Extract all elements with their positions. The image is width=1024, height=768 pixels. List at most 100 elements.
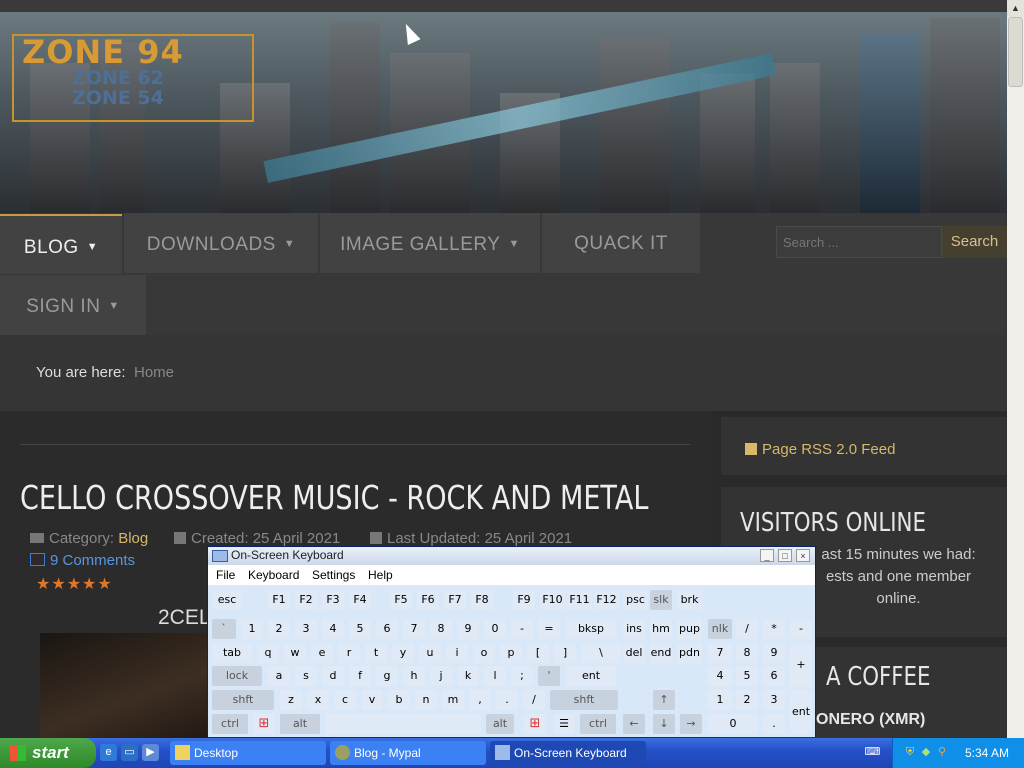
menu-help[interactable]: Help bbox=[368, 568, 393, 582]
menu-file[interactable]: File bbox=[216, 568, 235, 582]
task-browser[interactable]: Blog - Mypal bbox=[330, 741, 486, 765]
nav-item-downloads[interactable]: DOWNLOADS ▼ bbox=[124, 213, 318, 273]
osk-key[interactable]: 9 bbox=[457, 619, 479, 639]
search-input[interactable]: Search ... bbox=[776, 226, 942, 258]
osk-key[interactable]: v bbox=[361, 690, 383, 710]
osk-key[interactable]: F12 bbox=[594, 590, 619, 610]
osk-key[interactable]: r bbox=[338, 643, 360, 663]
security-shield-icon[interactable]: ⛨ bbox=[903, 745, 917, 759]
osk-key[interactable]: shft bbox=[550, 690, 618, 710]
osk-key[interactable]: e bbox=[311, 643, 333, 663]
osk-key[interactable]: y bbox=[392, 643, 414, 663]
keyboard-tray-icon[interactable]: ⌨ bbox=[864, 744, 881, 761]
osk-key[interactable]: g bbox=[376, 666, 398, 686]
nav-item-image-gallery[interactable]: IMAGE GALLERY ▼ bbox=[320, 213, 540, 273]
breadcrumb-home-link[interactable]: Home bbox=[134, 335, 174, 411]
osk-key[interactable]: k bbox=[457, 666, 479, 686]
windows-key-icon[interactable]: ⊞ bbox=[253, 714, 275, 734]
osk-key[interactable]: d bbox=[322, 666, 344, 686]
osk-key[interactable]: brk bbox=[677, 590, 702, 610]
scroll-up-arrow-icon[interactable]: ▲ bbox=[1007, 0, 1024, 17]
osk-key[interactable]: o bbox=[473, 643, 495, 663]
osk-key[interactable]: 0 bbox=[484, 619, 506, 639]
osk-key[interactable]: q bbox=[257, 643, 279, 663]
osk-key[interactable]: w bbox=[284, 643, 306, 663]
osk-key[interactable]: lock bbox=[212, 666, 262, 686]
article-title[interactable]: CELLO CROSSOVER MUSIC - ROCK AND METAL bbox=[20, 478, 648, 517]
maximize-button[interactable]: □ bbox=[778, 549, 792, 562]
internet-explorer-icon[interactable]: e bbox=[100, 744, 117, 761]
osk-key[interactable]: 6 bbox=[763, 666, 785, 686]
osk-key[interactable]: b bbox=[388, 690, 410, 710]
osk-key[interactable]: F2 bbox=[295, 590, 317, 610]
alt-key[interactable]: alt bbox=[486, 714, 514, 734]
osk-key[interactable]: n bbox=[415, 690, 437, 710]
osk-key[interactable]: F5 bbox=[390, 590, 412, 610]
osk-key[interactable]: F11 bbox=[567, 590, 592, 610]
osk-key[interactable]: t bbox=[365, 643, 387, 663]
osk-key[interactable]: \ bbox=[581, 643, 621, 663]
nav-item-sign-in[interactable]: SIGN IN ▼ bbox=[0, 275, 146, 335]
osk-key[interactable]: ins bbox=[623, 619, 645, 639]
osk-key[interactable]: F3 bbox=[322, 590, 344, 610]
rating-stars[interactable]: ★★★★★ bbox=[36, 574, 113, 594]
osk-key[interactable]: 1 bbox=[241, 619, 263, 639]
search-button[interactable]: Search bbox=[942, 226, 1007, 258]
osk-key[interactable]: del bbox=[623, 643, 645, 663]
nav-item-quack-it[interactable]: QUACK IT bbox=[542, 213, 700, 273]
osk-key[interactable]: 5 bbox=[349, 619, 371, 639]
osk-key[interactable]: 4 bbox=[322, 619, 344, 639]
osk-key[interactable]: f bbox=[349, 666, 371, 686]
osk-key[interactable]: [ bbox=[527, 643, 549, 663]
osk-key[interactable]: ent bbox=[566, 666, 616, 686]
osk-key[interactable]: F6 bbox=[417, 590, 439, 610]
task-desktop[interactable]: Desktop bbox=[170, 741, 326, 765]
scroll-thumb[interactable] bbox=[1008, 17, 1023, 87]
osk-key[interactable]: s bbox=[295, 666, 317, 686]
osk-key[interactable]: ent bbox=[790, 690, 812, 734]
osk-key[interactable]: ` bbox=[212, 619, 236, 639]
osk-key[interactable]: 5 bbox=[736, 666, 758, 686]
article-comments[interactable]: 9 Comments bbox=[30, 552, 135, 569]
arrow-down-key[interactable]: ↓ bbox=[653, 714, 675, 734]
arrow-right-key[interactable]: → bbox=[680, 714, 702, 734]
osk-key[interactable]: a bbox=[268, 666, 290, 686]
osk-key[interactable]: = bbox=[538, 619, 560, 639]
osk-key[interactable]: psc bbox=[623, 590, 648, 610]
page-scrollbar[interactable]: ▲ bbox=[1007, 0, 1024, 738]
search-icon[interactable]: ⚲ bbox=[935, 745, 949, 759]
osk-key[interactable]: F9 bbox=[513, 590, 535, 610]
osk-key[interactable]: esc bbox=[212, 590, 242, 610]
osk-key[interactable]: end bbox=[650, 643, 672, 663]
osk-key[interactable]: 4 bbox=[708, 666, 732, 686]
osk-key[interactable]: 6 bbox=[376, 619, 398, 639]
osk-key[interactable]: , bbox=[469, 690, 491, 710]
osk-key[interactable]: F7 bbox=[444, 590, 466, 610]
ctrl-key[interactable]: ctrl bbox=[212, 714, 248, 734]
osk-key[interactable]: . bbox=[496, 690, 518, 710]
arrow-left-key[interactable]: ← bbox=[623, 714, 645, 734]
osk-key[interactable]: F1 bbox=[268, 590, 290, 610]
osk-key[interactable]: / bbox=[523, 690, 545, 710]
menu-key-icon[interactable]: ☰ bbox=[553, 714, 575, 734]
nav-item-blog[interactable]: BLOG ▼ bbox=[0, 214, 122, 274]
osk-key[interactable]: 7 bbox=[708, 643, 732, 663]
numpad-0-key[interactable]: 0 bbox=[708, 714, 758, 734]
osk-key[interactable]: 2 bbox=[268, 619, 290, 639]
ctrl-key[interactable]: ctrl bbox=[580, 714, 616, 734]
osk-key[interactable]: hm bbox=[650, 619, 672, 639]
media-player-icon[interactable]: ▶ bbox=[142, 744, 159, 761]
start-button[interactable]: start bbox=[0, 738, 96, 768]
osk-key[interactable]: l bbox=[484, 666, 506, 686]
osk-key[interactable]: ; bbox=[511, 666, 533, 686]
osk-key[interactable]: z bbox=[280, 690, 302, 710]
osk-key[interactable]: - bbox=[511, 619, 533, 639]
osk-key[interactable]: m bbox=[442, 690, 464, 710]
windows-key-icon[interactable]: ⊞ bbox=[524, 714, 546, 734]
osk-key[interactable]: h bbox=[403, 666, 425, 686]
rss-link[interactable]: Page RSS 2.0 Feed bbox=[745, 441, 895, 458]
osk-key[interactable]: 3 bbox=[295, 619, 317, 639]
osk-key[interactable]: - bbox=[790, 619, 812, 639]
osk-key[interactable]: 7 bbox=[403, 619, 425, 639]
osk-key[interactable]: c bbox=[334, 690, 356, 710]
